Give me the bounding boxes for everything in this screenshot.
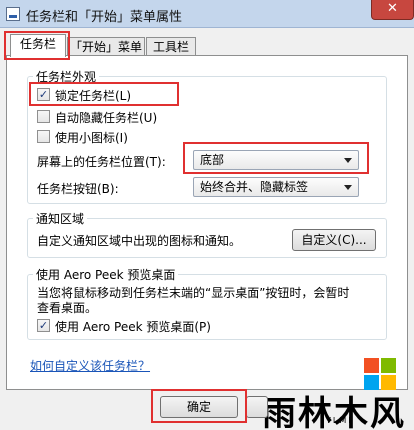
taskbar-buttons-select-value: 始终合并、隐藏标签 <box>200 180 309 194</box>
close-button[interactable]: ✕ <box>371 0 414 20</box>
autohide-checkbox[interactable] <box>37 110 50 123</box>
ok-button[interactable]: 确定 <box>160 396 238 418</box>
cancel-button-partial[interactable] <box>246 396 268 418</box>
small-icons-checkbox[interactable] <box>37 130 50 143</box>
aero-peek-description-2: 查看桌面。 <box>37 301 98 315</box>
chevron-down-icon <box>344 158 352 163</box>
tab-toolbars[interactable]: 工具栏 <box>146 37 196 57</box>
lock-taskbar-checkbox[interactable]: ✓ <box>37 88 50 101</box>
notification-description: 自定义通知区域中出现的图标和通知。 <box>37 234 242 248</box>
window-title: 任务栏和「开始」菜单属性 <box>26 10 183 25</box>
tab-start-menu[interactable]: 「开始」菜单 <box>67 37 145 57</box>
chevron-down-icon <box>344 185 352 190</box>
appearance-group-title: 任务栏外观 <box>33 68 100 85</box>
lock-taskbar-label[interactable]: 锁定任务栏(L) <box>55 87 131 104</box>
taskbar-buttons-select[interactable]: 始终合并、隐藏标签 <box>193 177 359 197</box>
small-icons-label[interactable]: 使用小图标(I) <box>55 129 128 146</box>
aero-peek-label[interactable]: 使用 Aero Peek 预览桌面(P) <box>55 318 211 335</box>
position-select-value: 底部 <box>200 153 225 167</box>
position-label: 屏幕上的任务栏位置(T): <box>37 155 166 169</box>
notification-group-title: 通知区域 <box>33 210 88 227</box>
aero-peek-group-title: 使用 Aero Peek 预览桌面 <box>33 266 179 283</box>
watermark-logo: 雨林木风 YLMF <box>256 350 414 430</box>
taskbar-app-icon <box>6 7 20 21</box>
watermark-subtext: YLMF <box>326 416 355 425</box>
position-select[interactable]: 底部 <box>193 150 359 170</box>
help-link[interactable]: 如何自定义该任务栏？ <box>30 357 150 374</box>
aero-peek-checkbox[interactable]: ✓ <box>37 319 50 332</box>
customize-button[interactable]: 自定义(C)... <box>292 229 376 251</box>
autohide-label[interactable]: 自动隐藏任务栏(U) <box>55 109 157 126</box>
tab-panel: 任务栏外观 ✓ 锁定任务栏(L) 自动隐藏任务栏(U) 使用小图标(I) 屏幕上… <box>6 55 408 390</box>
tab-taskbar[interactable]: 任务栏 <box>10 34 66 57</box>
taskbar-buttons-label: 任务栏按钮(B): <box>37 182 119 196</box>
title-bar: 任务栏和「开始」菜单属性 ✕ <box>0 0 414 28</box>
